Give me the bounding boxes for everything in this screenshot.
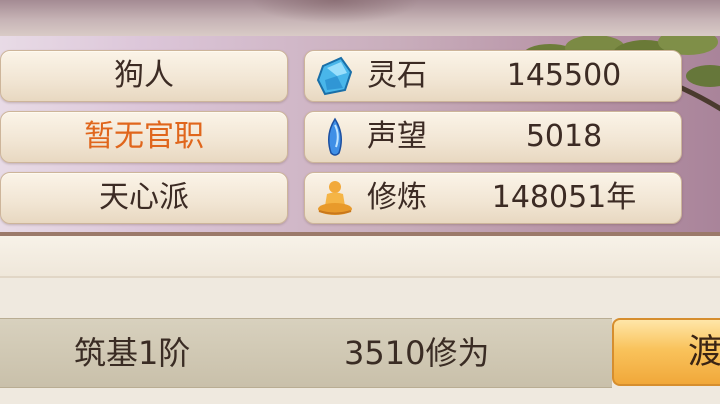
player-name: 狗人	[114, 58, 174, 93]
top-decorative-band	[0, 0, 720, 39]
realm-bar: 筑基1阶 3510修为	[0, 318, 612, 388]
top-ornament	[250, 0, 420, 24]
character-info-panel: 狗人 暂无官职 天心派 灵石 145500 声望 5018 修炼 148051年	[0, 36, 720, 236]
tribulation-button-label: 渡	[688, 332, 720, 372]
cultivation-icon	[318, 181, 352, 215]
prestige-value: 5018	[525, 119, 603, 154]
name-row: 狗人	[0, 50, 288, 102]
spirit-stone-icon	[316, 56, 353, 96]
prestige-icon	[328, 117, 342, 156]
official-title-row: 暂无官职	[0, 111, 288, 163]
cultivation-value: 148051年	[491, 180, 637, 215]
cultivation-row: 修炼 148051年	[304, 172, 682, 224]
sect-name: 天心派	[99, 180, 189, 215]
tribulation-button[interactable]: 渡	[612, 318, 720, 386]
prestige-row: 声望 5018	[304, 111, 682, 163]
sect-row: 天心派	[0, 172, 288, 224]
spirit-stone-value: 145500	[506, 58, 622, 93]
spirit-stone-label: 灵石	[367, 58, 427, 93]
divider-strip	[0, 236, 720, 278]
realm-level: 筑基1阶	[74, 334, 191, 372]
cultivation-points: 3510修为	[344, 334, 490, 372]
official-title: 暂无官职	[84, 119, 204, 154]
spirit-stone-row: 灵石 145500	[304, 50, 682, 102]
cultivation-label: 修炼	[367, 180, 427, 215]
prestige-label: 声望	[367, 119, 427, 154]
